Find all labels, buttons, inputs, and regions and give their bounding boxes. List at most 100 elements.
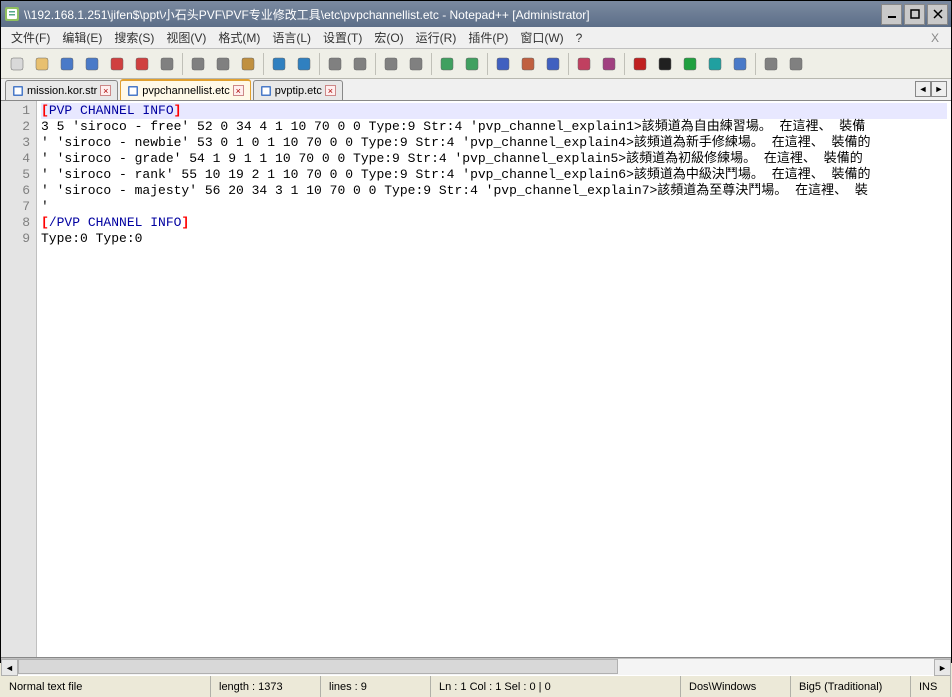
undo-icon[interactable] [267, 52, 291, 76]
macro-record-icon[interactable] [628, 52, 652, 76]
menu-search[interactable]: 搜索(S) [108, 27, 160, 48]
status-filetype: Normal text file [1, 676, 211, 697]
app-icon [4, 6, 20, 22]
line-number-gutter: 123456789 [1, 101, 37, 657]
file-icon [260, 85, 272, 97]
new-file-icon[interactable] [5, 52, 29, 76]
code-line[interactable]: ' 'siroco - majesty' 56 20 34 3 1 10 70 … [41, 183, 947, 199]
indent-guide-icon[interactable] [541, 52, 565, 76]
redo-icon[interactable] [292, 52, 316, 76]
menu-run[interactable]: 运行(R) [410, 27, 463, 48]
save-icon[interactable] [55, 52, 79, 76]
zoom-in-icon[interactable] [379, 52, 403, 76]
menu-edit[interactable]: 编辑(E) [56, 27, 108, 48]
macro-stop-icon[interactable] [653, 52, 677, 76]
code-line[interactable]: [PVP CHANNEL INFO] [41, 103, 947, 119]
open-file-icon[interactable] [30, 52, 54, 76]
scroll-left-button[interactable]: ◄ [1, 659, 18, 676]
find-icon[interactable] [323, 52, 347, 76]
close-icon[interactable] [105, 52, 129, 76]
menu-file[interactable]: 文件(F) [5, 27, 56, 48]
line-number: 3 [3, 135, 30, 151]
line-number: 5 [3, 167, 30, 183]
code-line[interactable]: 3 5 'siroco - free' 52 0 34 4 1 10 70 0 … [41, 119, 947, 135]
print-icon[interactable] [155, 52, 179, 76]
tab-label: pvptip.etc [275, 85, 322, 97]
menu-settings[interactable]: 设置(T) [317, 27, 368, 48]
status-encoding: Big5 (Traditional) [791, 676, 911, 697]
menu-macro[interactable]: 宏(O) [368, 27, 409, 48]
save-all-icon[interactable] [80, 52, 104, 76]
statusbar: Normal text file length : 1373 lines : 9… [1, 675, 951, 697]
close-window-button[interactable] [927, 4, 948, 25]
window-titlebar: \\192.168.1.251\jifen$\ppt\小石头PVF\PVF专业修… [1, 1, 951, 27]
sync-h-icon[interactable] [460, 52, 484, 76]
code-line[interactable]: ' 'siroco - newbie' 53 0 1 0 1 10 70 0 0… [41, 135, 947, 151]
document-tab[interactable]: mission.kor.str× [5, 80, 118, 100]
file-icon [127, 85, 139, 97]
document-tabbar: mission.kor.str×pvpchannellist.etc×pvpti… [1, 79, 951, 101]
menubar: 文件(F) 编辑(E) 搜索(S) 视图(V) 格式(M) 语言(L) 设置(T… [1, 27, 951, 49]
macro-play-icon[interactable] [678, 52, 702, 76]
code-line[interactable]: ' [41, 199, 947, 215]
status-position: Ln : 1 Col : 1 Sel : 0 | 0 [431, 676, 681, 697]
minimize-button[interactable] [881, 4, 902, 25]
plugin2-icon[interactable] [784, 52, 808, 76]
tab-label: pvpchannellist.etc [142, 85, 229, 97]
replace-icon[interactable] [348, 52, 372, 76]
line-number: 4 [3, 151, 30, 167]
menu-plugins[interactable]: 插件(P) [462, 27, 514, 48]
horizontal-scrollbar[interactable]: ◄ ► [1, 658, 951, 675]
sync-v-icon[interactable] [435, 52, 459, 76]
close-all-icon[interactable] [130, 52, 154, 76]
code-text-area[interactable]: [PVP CHANNEL INFO]3 5 'siroco - free' 52… [37, 101, 951, 657]
line-number: 1 [3, 103, 30, 119]
wordwrap-icon[interactable] [491, 52, 515, 76]
code-line[interactable]: Type:0 Type:0 [41, 231, 947, 247]
paste-icon[interactable] [236, 52, 260, 76]
line-number: 8 [3, 215, 30, 231]
toolbar [1, 49, 951, 79]
document-tab[interactable]: pvpchannellist.etc × [120, 79, 250, 100]
status-length: length : 1373 [211, 676, 321, 697]
file-icon [12, 85, 24, 97]
doc-map-icon[interactable] [597, 52, 621, 76]
macro-save-icon[interactable] [728, 52, 752, 76]
window-title: \\192.168.1.251\jifen$\ppt\小石头PVF\PVF专业修… [24, 6, 881, 23]
line-number: 2 [3, 119, 30, 135]
tab-scroll-left-button[interactable]: ◄ [915, 81, 931, 97]
tab-close-button[interactable]: × [233, 85, 244, 96]
cut-icon[interactable] [186, 52, 210, 76]
code-line[interactable]: [/PVP CHANNEL INFO] [41, 215, 947, 231]
copy-icon[interactable] [211, 52, 235, 76]
status-eol: Dos\Windows [681, 676, 791, 697]
tab-label: mission.kor.str [27, 85, 97, 97]
code-line[interactable]: ' 'siroco - rank' 55 10 19 2 1 10 70 0 0… [41, 167, 947, 183]
scroll-right-button[interactable]: ► [934, 659, 951, 676]
status-lines: lines : 9 [321, 676, 431, 697]
document-tab[interactable]: pvptip.etc× [253, 80, 343, 100]
menu-help[interactable]: ? [570, 29, 589, 47]
plugin1-icon[interactable] [759, 52, 783, 76]
scrollbar-track[interactable] [18, 659, 934, 675]
menu-language[interactable]: 语言(L) [266, 27, 317, 48]
zoom-out-icon[interactable] [404, 52, 428, 76]
tab-scroll-right-button[interactable]: ► [931, 81, 947, 97]
macro-play-multi-icon[interactable] [703, 52, 727, 76]
editor-area[interactable]: 123456789 [PVP CHANNEL INFO]3 5 'siroco … [1, 101, 951, 658]
line-number: 9 [3, 231, 30, 247]
maximize-button[interactable] [904, 4, 925, 25]
status-ins: INS [911, 676, 951, 697]
tab-close-button[interactable]: × [100, 85, 111, 96]
menubar-close-icon[interactable]: X [923, 29, 947, 47]
lang-panel-icon[interactable] [572, 52, 596, 76]
line-number: 6 [3, 183, 30, 199]
code-line[interactable]: ' 'siroco - grade' 54 1 9 1 1 10 70 0 0 … [41, 151, 947, 167]
menu-window[interactable]: 窗口(W) [514, 27, 569, 48]
show-all-chars-icon[interactable] [516, 52, 540, 76]
tab-close-button[interactable]: × [325, 85, 336, 96]
menu-view[interactable]: 视图(V) [160, 27, 212, 48]
scrollbar-thumb[interactable] [18, 659, 618, 674]
menu-format[interactable]: 格式(M) [212, 27, 266, 48]
line-number: 7 [3, 199, 30, 215]
